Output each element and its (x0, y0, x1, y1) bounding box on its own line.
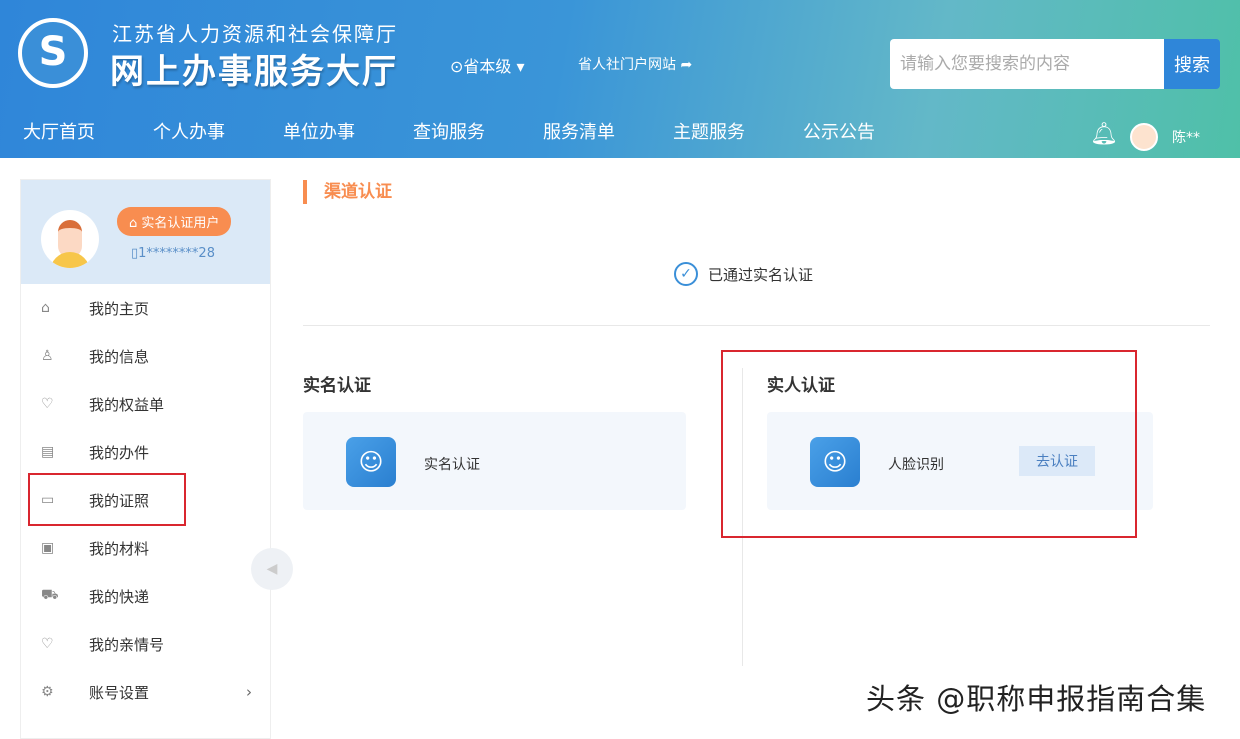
check-circle-icon: ✓ (674, 262, 698, 286)
share-icon: ➦ (680, 57, 692, 73)
highlight-box (721, 350, 1137, 538)
site-title: 网上办事服务大厅 (110, 44, 398, 93)
avatar (41, 210, 99, 268)
header: S 江苏省人力资源和社会保障厅 网上办事服务大厅 ⊙省本级 ▾ 省人社门户网站 … (0, 0, 1240, 158)
gear-icon: ⚙ (21, 684, 89, 700)
user-icon: ♙ (21, 348, 89, 364)
sidebar-item-materials[interactable]: ▣我的材料 (21, 524, 270, 572)
bell-icon[interactable]: 🔔︎ (1090, 122, 1118, 147)
main-nav: 大厅首页 个人办事 单位办事 查询服务 服务清单 主题服务 公示公告 (0, 118, 910, 158)
folder-icon: ▣ (21, 540, 89, 556)
highlight-box (28, 473, 186, 526)
sidebar-item-settings[interactable]: ⚙账号设置› (21, 668, 270, 716)
chevron-right-icon: › (246, 683, 252, 701)
diamond-icon: ♡ (21, 396, 89, 412)
collapse-sidebar-button[interactable]: ◀ (251, 548, 293, 590)
sidebar-item-info[interactable]: ♙我的信息 (21, 332, 270, 380)
nav-item[interactable]: 主题服务 (650, 118, 780, 158)
sidebar-item-cases[interactable]: ▤我的办件 (21, 428, 270, 476)
nav-item[interactable]: 大厅首页 (0, 118, 130, 158)
nav-item[interactable]: 服务清单 (520, 118, 650, 158)
org-name: 江苏省人力资源和社会保障厅 (112, 18, 398, 47)
verification-status: ✓已通过实名认证 (674, 262, 813, 286)
verified-badge: ⌂ 实名认证用户 (117, 207, 231, 236)
sidebar-item-express[interactable]: ⛟我的快递 (21, 572, 270, 620)
location-icon: ⊙ (450, 57, 463, 76)
nav-item[interactable]: 查询服务 (390, 118, 520, 158)
realname-heading: 实名认证 (303, 371, 371, 396)
truck-icon: ⛟ (21, 587, 89, 605)
user-check-icon: ☺ (346, 437, 396, 487)
search-button[interactable]: 搜索 (1164, 39, 1220, 89)
home-icon: ⌂ (21, 300, 89, 316)
section-title: 渠道认证 (303, 180, 392, 204)
sidebar: ⌂ 实名认证用户 ▯1********28 ⌂我的主页 ♙我的信息 ♡我的权益单… (20, 179, 271, 739)
profile-card: ⌂ 实名认证用户 ▯1********28 (21, 180, 270, 284)
nav-item[interactable]: 单位办事 (260, 118, 390, 158)
sidebar-item-home[interactable]: ⌂我的主页 (21, 284, 270, 332)
search-bar: 搜索 (890, 39, 1220, 89)
logo: S (18, 18, 88, 88)
region-select[interactable]: ⊙省本级 ▾ (450, 53, 525, 77)
heart-icon: ♡ (21, 636, 89, 652)
divider (303, 325, 1210, 326)
user-avatar[interactable] (1130, 123, 1158, 151)
sidebar-item-family[interactable]: ♡我的亲情号 (21, 620, 270, 668)
watermark: 头条 @职称申报指南合集 (866, 676, 1206, 718)
realname-card[interactable]: ☺ 实名认证 (303, 412, 686, 510)
document-icon: ▤ (21, 444, 89, 460)
phone-number: ▯1********28 (131, 246, 215, 261)
chevron-down-icon: ▾ (517, 57, 525, 76)
nav-item[interactable]: 个人办事 (130, 118, 260, 158)
search-input[interactable] (890, 39, 1164, 89)
user-name[interactable]: 陈** (1172, 127, 1200, 147)
nav-item[interactable]: 公示公告 (780, 118, 910, 158)
sidebar-item-rights[interactable]: ♡我的权益单 (21, 380, 270, 428)
portal-link[interactable]: 省人社门户网站 ➦ (578, 54, 692, 74)
